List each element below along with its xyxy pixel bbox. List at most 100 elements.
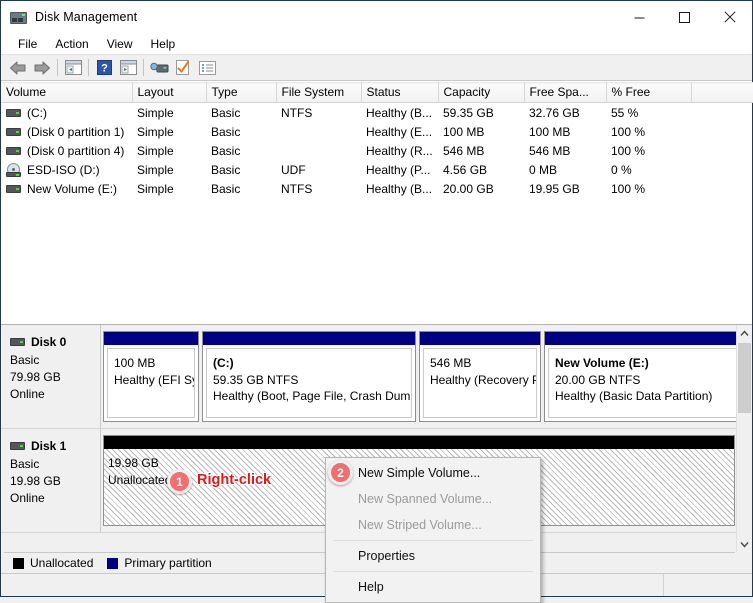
disk-0-state: Online xyxy=(10,387,45,401)
column-header-free-space[interactable]: Free Spa... xyxy=(524,82,607,103)
cell-status: Healthy (R... xyxy=(366,143,433,158)
partition-recovery[interactable]: 546 MB Healthy (Recovery P xyxy=(419,331,541,422)
table-row[interactable]: ESD-ISO (D:) Simple Basic UDF Healthy (P… xyxy=(1,160,753,179)
menu-file[interactable]: File xyxy=(9,35,46,53)
context-menu-item-new-simple-volume[interactable]: New Simple Volume... xyxy=(326,460,540,486)
graphical-view-scrollbar[interactable] xyxy=(736,325,752,552)
cell-type: Basic xyxy=(211,143,241,158)
rescan-disks-icon[interactable] xyxy=(147,57,171,79)
partition-status: Healthy (EFI Sy xyxy=(114,372,195,387)
context-menu-item-properties[interactable]: Properties xyxy=(326,543,540,569)
cell-percent-free: 0 % xyxy=(611,162,632,177)
disk-0-type: Basic xyxy=(10,353,40,367)
cell-volume: (C:) xyxy=(27,105,47,120)
legend-label-unallocated: Unallocated xyxy=(30,556,94,570)
cell-type: Basic xyxy=(211,105,241,120)
window-title: Disk Management xyxy=(35,10,138,24)
cell-free-space: 32.76 GB xyxy=(529,105,580,120)
partition-new-volume-e[interactable]: New Volume (E:) 20.00 GB NTFS Healthy (B… xyxy=(544,331,742,422)
partition-status: Healthy (Recovery P xyxy=(430,372,537,387)
column-header-file-system[interactable]: File System xyxy=(276,82,362,103)
window-controls xyxy=(617,1,752,33)
cd-drive-icon xyxy=(6,162,21,177)
toolbar-separator xyxy=(143,59,144,76)
disk-info-disk-0[interactable]: Disk 0 Basic 79.98 GB Online xyxy=(1,325,101,428)
column-header-layout[interactable]: Layout xyxy=(132,82,207,103)
cell-filler xyxy=(691,122,753,141)
column-header-volume[interactable]: Volume xyxy=(1,82,133,103)
disk-1-name-line: Disk 1 xyxy=(10,438,100,455)
status-bar-right xyxy=(664,574,752,596)
volume-list-pane: Volume Layout Type File System Status Ca… xyxy=(1,81,753,325)
scroll-up-button[interactable] xyxy=(737,325,752,341)
partition-efi[interactable]: 100 MB Healthy (EFI Sy xyxy=(103,331,199,422)
disk-info-disk-1[interactable]: Disk 1 Basic 19.98 GB Online xyxy=(1,429,101,532)
cell-layout: Simple xyxy=(137,143,174,158)
show-hide-console-tree-icon[interactable] xyxy=(61,57,85,79)
forward-icon[interactable] xyxy=(30,57,54,79)
partition-details: New Volume (E:) 20.00 GB NTFS Healthy (B… xyxy=(548,348,738,418)
disk-1-type: Basic xyxy=(10,457,40,471)
toolbar-separator xyxy=(88,59,89,76)
table-row[interactable]: (C:) Simple Basic NTFS Healthy (B... 59.… xyxy=(1,103,753,123)
disk-icon xyxy=(10,442,25,451)
partition-label: New Volume (E:) xyxy=(555,356,649,370)
cell-free-space: 19.95 GB xyxy=(529,181,580,196)
disk-management-icon xyxy=(10,10,27,25)
cell-file-system: UDF xyxy=(281,162,306,177)
legend-swatch-unallocated xyxy=(13,557,24,569)
partition-color-bar xyxy=(104,332,198,345)
cell-filler xyxy=(691,179,753,198)
partition-color-bar xyxy=(545,332,741,345)
column-header-capacity[interactable]: Capacity xyxy=(438,82,525,103)
close-button[interactable] xyxy=(707,1,752,33)
column-header-type[interactable]: Type xyxy=(206,82,277,103)
menu-help[interactable]: Help xyxy=(142,35,185,53)
scroll-down-button[interactable] xyxy=(737,536,752,552)
cell-layout: Simple xyxy=(137,181,174,196)
cell-filler xyxy=(691,141,753,160)
scrollbar-thumb[interactable] xyxy=(738,343,751,413)
refresh-icon[interactable] xyxy=(171,57,195,79)
help-icon[interactable]: ? xyxy=(92,57,116,79)
properties-icon[interactable] xyxy=(195,57,219,79)
legend-swatch-primary-partition xyxy=(107,557,119,569)
disk-0-partitions: 100 MB Healthy (EFI Sy (C:) 59.35 GB NTF… xyxy=(101,325,744,428)
context-menu-separator xyxy=(333,571,533,572)
disk-0-size: 79.98 GB xyxy=(10,370,61,384)
menu-action[interactable]: Action xyxy=(46,35,97,53)
table-row[interactable]: New Volume (E:) Simple Basic NTFS Health… xyxy=(1,179,753,198)
cell-volume: (Disk 0 partition 4) xyxy=(27,143,125,158)
partition-details: 100 MB Healthy (EFI Sy xyxy=(107,348,195,418)
disk-icon xyxy=(10,338,25,347)
partition-c[interactable]: (C:) 59.35 GB NTFS Healthy (Boot, Page F… xyxy=(202,331,416,422)
column-header-percent-free[interactable]: % Free xyxy=(606,82,692,103)
back-icon[interactable] xyxy=(6,57,30,79)
menu-view[interactable]: View xyxy=(98,35,142,53)
minimize-button[interactable] xyxy=(617,1,662,33)
column-header-status[interactable]: Status xyxy=(361,82,439,103)
cell-type: Basic xyxy=(211,162,241,177)
volume-table: Volume Layout Type File System Status Ca… xyxy=(1,82,753,198)
partition-status: Healthy (Basic Data Partition) xyxy=(555,389,713,403)
cell-capacity: 546 MB xyxy=(443,143,485,158)
maximize-button[interactable] xyxy=(662,1,707,33)
partition-label: (C:) xyxy=(213,356,234,370)
cell-volume: ESD-ISO (D:) xyxy=(27,162,100,177)
cell-capacity: 59.35 GB xyxy=(443,105,494,120)
annotation-label-right-click: Right-click xyxy=(197,472,272,488)
table-row[interactable]: (Disk 0 partition 1) Simple Basic Health… xyxy=(1,122,753,141)
cell-file-system xyxy=(276,141,361,160)
volume-table-header-row: Volume Layout Type File System Status Ca… xyxy=(1,82,753,103)
table-row[interactable]: (Disk 0 partition 4) Simple Basic Health… xyxy=(1,141,753,160)
context-menu-item-help[interactable]: Help xyxy=(326,574,540,600)
volume-table-body: (C:) Simple Basic NTFS Healthy (B... 59.… xyxy=(1,103,753,199)
disk-volume-icon xyxy=(6,127,21,137)
show-hide-action-pane-icon[interactable] xyxy=(116,57,140,79)
partition-details: (C:) 59.35 GB NTFS Healthy (Boot, Page F… xyxy=(206,348,412,418)
disk-0-name-line: Disk 0 xyxy=(10,334,100,351)
disk-0-name: Disk 0 xyxy=(31,335,67,349)
cell-free-space: 100 MB xyxy=(529,124,571,139)
disk-row-disk-0[interactable]: Disk 0 Basic 79.98 GB Online 100 MB Heal… xyxy=(1,325,744,429)
partition-status: Healthy (Boot, Page File, Crash Dump, xyxy=(213,389,412,403)
